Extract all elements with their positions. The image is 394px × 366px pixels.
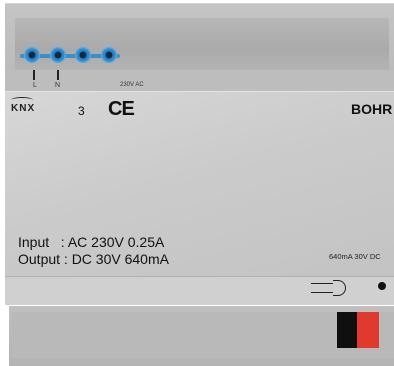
terminal-screw-3 [75, 47, 91, 63]
terminal-label-l: L [33, 82, 37, 89]
wire-n [57, 70, 59, 80]
terminal-label-n: N [55, 82, 61, 89]
input-spec: Input : AC 230V 0.25A [18, 234, 165, 250]
side-rating-label: 640mA 30V DC [329, 252, 381, 261]
device-number: 3 [78, 104, 85, 118]
top-ridge [15, 18, 389, 70]
top-lip [5, 70, 394, 92]
brand-label: BOHR [351, 101, 393, 117]
front-face: KNX 3 CE BOHR Input : AC 230V 0.25A Outp… [5, 91, 394, 277]
voltage-label: 230V AC [120, 82, 144, 88]
knx-power-supply: L N 230V AC KNX 3 CE BOHR Input : AC 230… [0, 0, 394, 366]
terminal-screw-4 [101, 47, 117, 63]
status-dot [378, 282, 386, 290]
ce-mark: CE [108, 98, 135, 120]
terminal-screw-2 [50, 47, 66, 63]
knx-logo: KNX [11, 103, 36, 114]
bus-terminal-black [337, 312, 357, 348]
wire-l [33, 70, 35, 80]
output-spec: Output : DC 30V 640mA [18, 251, 169, 267]
led-indicator-icon [311, 283, 333, 293]
top-terminal-block [5, 3, 394, 92]
bus-terminal-red [357, 312, 379, 348]
terminal-screw-1 [24, 47, 40, 63]
